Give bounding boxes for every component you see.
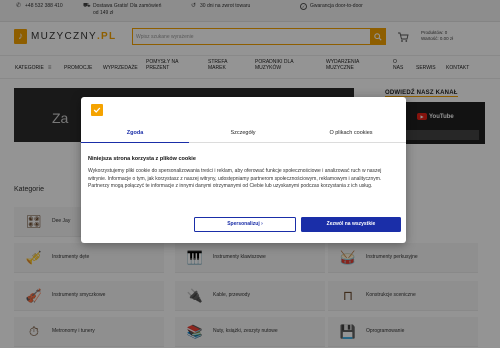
customize-button[interactable]: Spersonalizuj › [194,217,296,232]
chevron-right-icon: › [261,221,263,227]
cookie-consent-dialog: Zgoda Szczegóły O plikach cookies Niniej… [81,97,406,243]
accept-all-button[interactable]: Zezwól na wszystkie [301,217,401,232]
tab-zgoda[interactable]: Zgoda [81,126,189,143]
tab-o-plikach-cookies[interactable]: O plikach cookies [297,126,405,143]
consent-heading: Niniejsza strona korzysta z plików cooki… [88,156,196,162]
cookiebot-logo-icon [91,104,103,116]
consent-tabs: Zgoda Szczegóły O plikach cookies [81,126,406,143]
consent-body: Wykorzystujemy pliki cookie do spersonal… [88,168,382,189]
tab-szczegoly[interactable]: Szczegóły [189,126,297,143]
